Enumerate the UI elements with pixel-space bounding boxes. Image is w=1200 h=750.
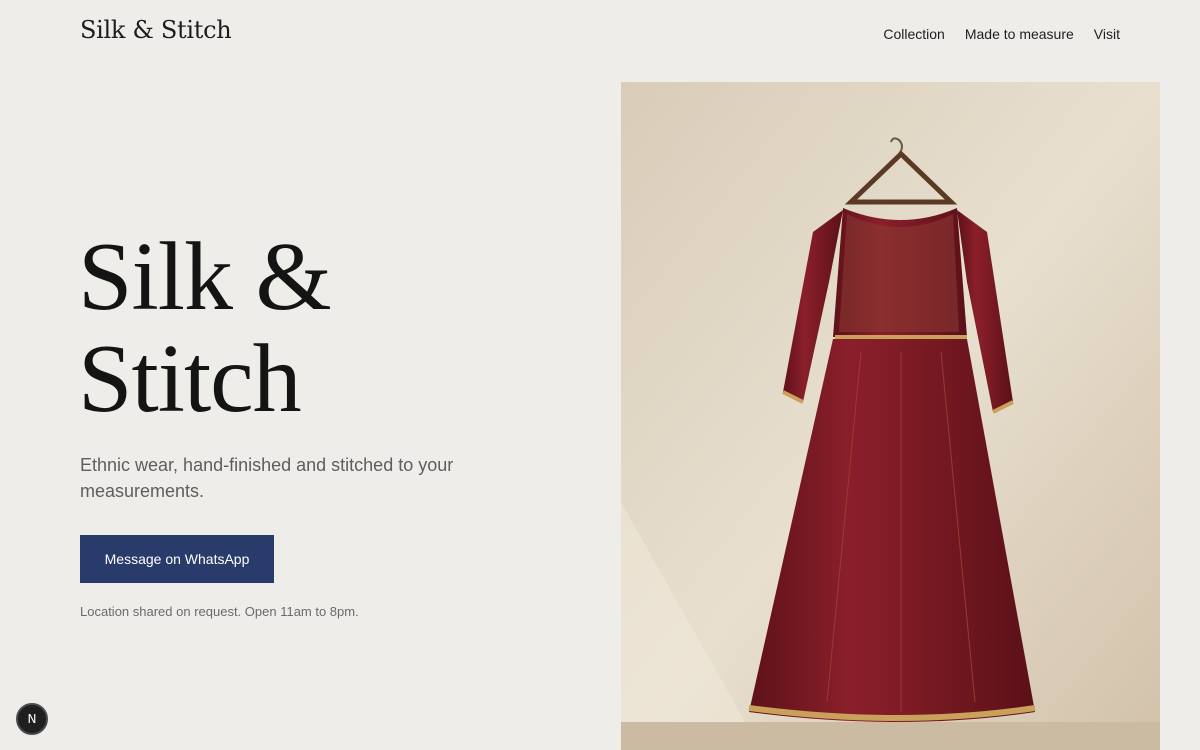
whatsapp-button[interactable]: Message on WhatsApp (80, 535, 274, 583)
nav-link-collection[interactable]: Collection (883, 26, 944, 42)
hero-title: Silk & Stitch (78, 223, 332, 433)
hours-note: Location shared on request. Open 11am to… (80, 604, 359, 619)
hero-title-line-2: Stitch (78, 325, 302, 433)
brand-logo[interactable]: Silk & Stitch (80, 16, 232, 44)
hero-title-line-1: Silk & (78, 223, 332, 331)
nav-link-visit[interactable]: Visit (1094, 26, 1120, 42)
main-nav: Collection Made to measure Visit (883, 26, 1120, 42)
hero-image-dress (621, 82, 1160, 750)
hero-subtitle: Ethnic wear, hand-finished and stitched … (80, 455, 454, 501)
framework-badge[interactable]: N (16, 703, 48, 735)
dress-illustration (621, 82, 1160, 750)
nav-link-made-to-measure[interactable]: Made to measure (965, 26, 1074, 42)
